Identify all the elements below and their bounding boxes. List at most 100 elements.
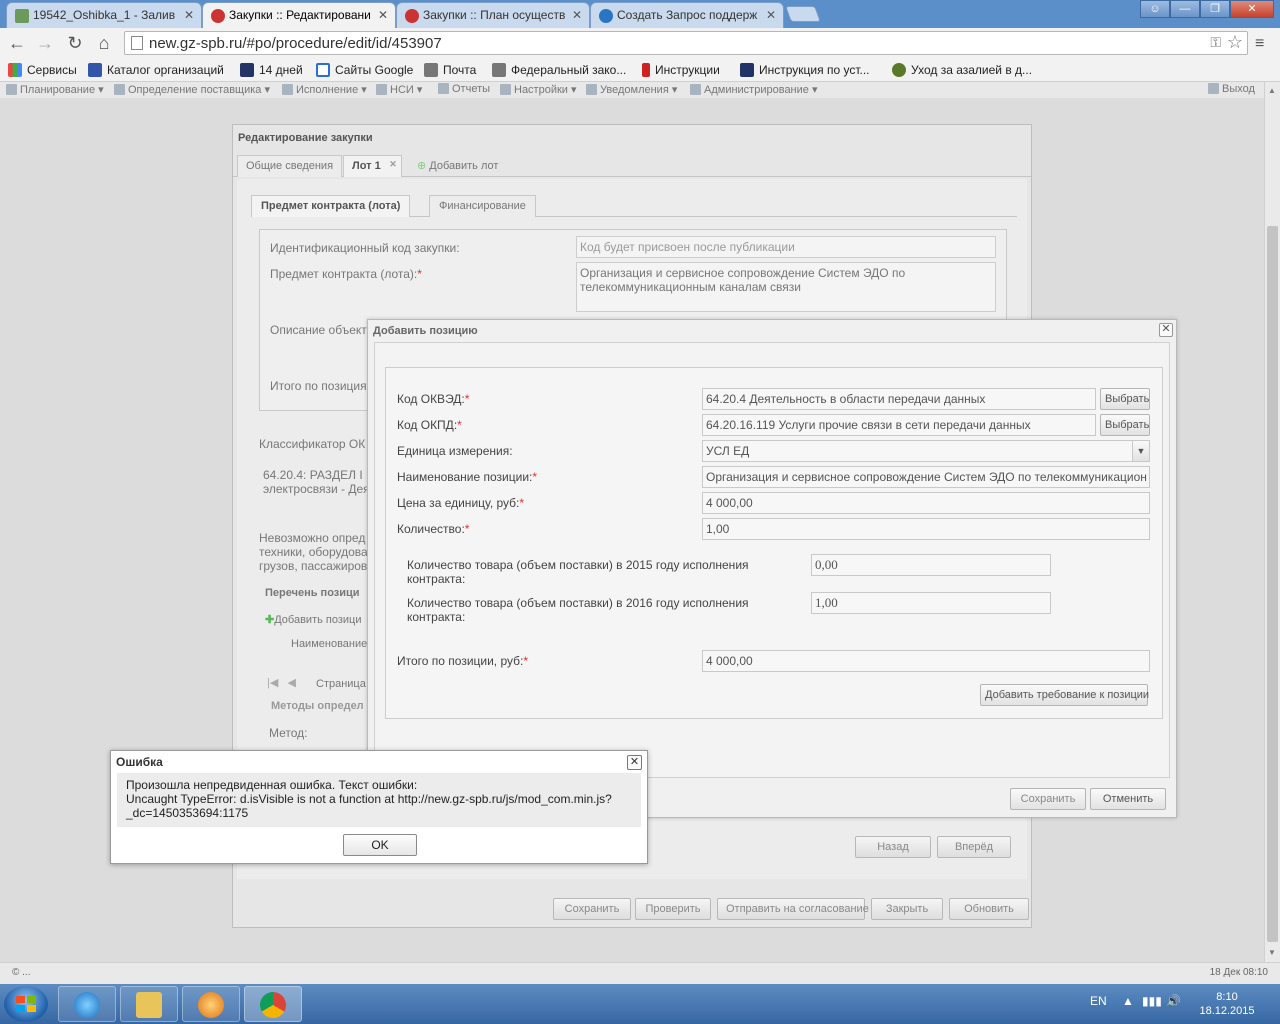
start-button[interactable]	[4, 986, 48, 1022]
scroll-down-icon[interactable]: ▼	[1268, 948, 1276, 957]
browser-tab-1[interactable]: 19542_Oshibka_1 - Залив ✕	[6, 2, 202, 28]
key-icon[interactable]: ⚿	[1210, 34, 1221, 51]
close-icon[interactable]: ✕	[766, 8, 776, 22]
bookmark-catalog[interactable]: Каталог организаций	[88, 63, 224, 77]
bookmark-label: Почта	[443, 63, 477, 77]
okved-input[interactable]: 64.20.4 Деятельность в области передачи …	[702, 388, 1096, 410]
unit-select[interactable]: УСЛ ЕД ▼	[702, 440, 1150, 462]
minimize-icon[interactable]: —	[1170, 0, 1200, 18]
home-icon[interactable]: ⌂	[93, 33, 115, 53]
back-icon[interactable]: ←	[6, 33, 28, 53]
close-icon[interactable]: ✕	[1159, 323, 1173, 337]
tab-financing[interactable]: Финансирование	[429, 195, 536, 217]
close-button[interactable]: Закрыть	[871, 898, 943, 920]
browser-toolbar: ← → ↻ ⌂ new.gz-spb.ru/#po/procedure/edit…	[0, 28, 1280, 58]
bookmark-google-sites[interactable]: Сайты Google	[316, 63, 413, 77]
new-tab-button[interactable]	[785, 6, 821, 22]
refresh-button[interactable]: Обновить	[949, 898, 1029, 920]
add-position-button[interactable]: ✚Добавить позици	[265, 613, 361, 626]
classifier-text: 64.20.4: РАЗДЕЛ I	[263, 468, 363, 482]
address-bar[interactable]: new.gz-spb.ru/#po/procedure/edit/id/4539…	[124, 31, 1248, 55]
quantity-input[interactable]: 1,00	[702, 518, 1150, 540]
taskbar-explorer[interactable]	[120, 986, 178, 1022]
scroll-up-icon[interactable]: ▲	[1268, 86, 1276, 95]
bookmark-azalea[interactable]: Уход за азалией в д...	[892, 63, 1032, 77]
browser-tab-3[interactable]: Закупки :: План осуществ ✕	[396, 2, 590, 28]
okved-choose-button[interactable]: Выбрать	[1100, 388, 1150, 410]
bookmark-install-guide[interactable]: Инструкция по уст...	[740, 63, 869, 77]
back-button[interactable]: Назад	[855, 836, 931, 858]
first-page-icon[interactable]: |◀ ◀	[267, 676, 296, 689]
taskbar-media-player[interactable]	[182, 986, 240, 1022]
forward-icon[interactable]: →	[34, 33, 56, 53]
close-window-icon[interactable]: ✕	[1230, 0, 1274, 18]
dialog-cancel-button[interactable]: Отменить	[1090, 788, 1166, 810]
taskbar-ie[interactable]	[58, 986, 116, 1022]
id-code-input[interactable]: Код будет присвоен после публикации	[576, 236, 996, 258]
browser-tab-2[interactable]: Закупки :: Редактировани ✕	[202, 2, 396, 29]
dialog-save-button[interactable]: Сохранить	[1010, 788, 1086, 810]
chevron-down-icon[interactable]: ▼	[1132, 441, 1149, 461]
user-icon[interactable]: ☺	[1140, 0, 1170, 18]
folder-icon	[136, 992, 162, 1018]
price-label-text: Цена за единицу, руб:	[397, 496, 520, 510]
save-button[interactable]: Сохранить	[553, 898, 631, 920]
menu-admin[interactable]: Администрирование ▾	[690, 83, 817, 96]
exit-link[interactable]: Выход	[1208, 83, 1255, 95]
position-total-input[interactable]: 4 000,00	[702, 650, 1150, 672]
close-icon[interactable]: ✕	[572, 8, 582, 22]
send-for-approval-button[interactable]: Отправить на согласование	[717, 898, 869, 920]
taskbar-chrome[interactable]	[244, 986, 302, 1022]
menu-settings[interactable]: Настройки ▾	[500, 83, 577, 96]
qty-2015-input[interactable]: 0,00	[811, 554, 1051, 576]
bookmark-14days[interactable]: 14 дней	[240, 63, 303, 77]
okpd-input[interactable]: 64.20.16.119 Услуги прочие связи в сети …	[702, 414, 1096, 436]
tray-up-arrow-icon[interactable]: ▲	[1122, 994, 1134, 1008]
close-icon[interactable]: ✕	[627, 755, 642, 770]
price-input[interactable]: 4 000,00	[702, 492, 1150, 514]
ok-button[interactable]: OK	[343, 834, 417, 856]
browser-tab-4[interactable]: Создать Запрос поддерж ✕	[590, 2, 784, 28]
menu-reports[interactable]: Отчеты	[438, 83, 490, 95]
menu-supplier[interactable]: Определение поставщика ▾	[114, 83, 270, 96]
page-scrollbar[interactable]: ▲ ▼	[1264, 82, 1280, 962]
menu-icon	[282, 84, 293, 95]
tab-lot-1[interactable]: Лот 1 ✕	[343, 155, 402, 177]
book-icon	[376, 84, 387, 95]
tab-add-lot[interactable]: ⊕ Добавить лот	[409, 155, 506, 177]
menu-execution[interactable]: Исполнение ▾	[282, 83, 367, 96]
close-icon[interactable]: ✕	[184, 8, 194, 22]
subject-input[interactable]: Организация и сервисное сопровождение Си…	[576, 262, 996, 312]
clock[interactable]: 8:10 18.12.2015	[1196, 990, 1258, 1018]
browser-tab-label: Закупки :: План осуществ	[423, 8, 566, 22]
language-indicator[interactable]: EN	[1090, 994, 1107, 1008]
restore-icon[interactable]: ❐	[1200, 0, 1230, 18]
hammer-icon	[211, 9, 225, 23]
qty-2016-input[interactable]: 1,00	[811, 592, 1051, 614]
bookmark-star-icon[interactable]: ☆	[1227, 32, 1243, 53]
reload-icon[interactable]: ↻	[64, 33, 86, 53]
scroll-thumb[interactable]	[1267, 226, 1278, 942]
add-requirement-button[interactable]: Добавить требование к позиции	[980, 684, 1149, 706]
quantity-label: Количество:*	[397, 522, 470, 536]
menu-notifications[interactable]: Уведомления ▾	[586, 83, 677, 96]
forward-button[interactable]: Вперёд	[937, 836, 1011, 858]
close-icon[interactable]: ✕	[378, 8, 388, 22]
menu-planning[interactable]: Планирование ▾	[6, 83, 104, 96]
bookmark-mail[interactable]: Почта	[424, 63, 476, 77]
network-icon[interactable]: ▮▮▮	[1142, 994, 1162, 1008]
menu-nsi[interactable]: НСИ ▾	[376, 83, 422, 96]
bookmark-services[interactable]: Сервисы	[8, 63, 77, 77]
menu-icon[interactable]: ≡	[1255, 35, 1264, 53]
close-icon[interactable]: ✕	[389, 159, 397, 170]
bookmark-instructions[interactable]: Инструкции	[642, 63, 720, 77]
media-player-icon	[198, 992, 224, 1018]
okpd-choose-button[interactable]: Выбрать	[1100, 414, 1150, 436]
volume-icon[interactable]: 🔊	[1166, 994, 1181, 1008]
tab-contract-subject[interactable]: Предмет контракта (лота)	[251, 195, 411, 217]
bookmark-federal-law[interactable]: Федеральный зако...	[492, 63, 626, 77]
okpd-label: Код ОКПД:*	[397, 418, 462, 432]
tab-general[interactable]: Общие сведения	[237, 155, 343, 177]
position-name-input[interactable]: Организация и сервисное сопровождение Си…	[702, 466, 1150, 488]
check-button[interactable]: Проверить	[635, 898, 711, 920]
